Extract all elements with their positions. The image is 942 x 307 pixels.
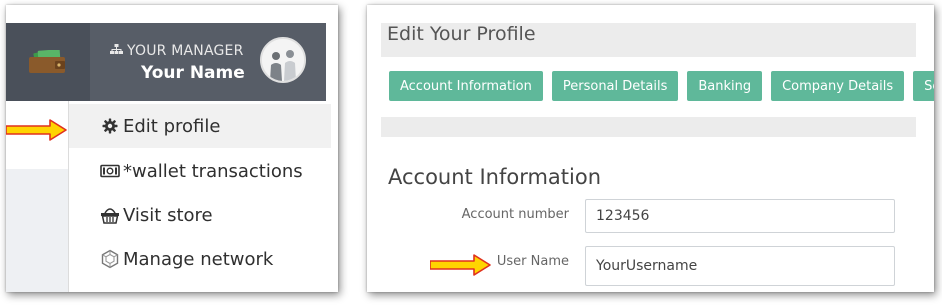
- menu-item-label: Manage network: [123, 248, 274, 270]
- gear-icon: [99, 118, 121, 134]
- menu-item-label: *wallet transactions: [123, 160, 303, 182]
- pointer-arrow-icon: [430, 254, 491, 276]
- person-photo-icon: [262, 39, 304, 81]
- section-divider: [381, 117, 916, 137]
- menu-item-label: Edit profile: [123, 115, 221, 137]
- sitemap-icon: [110, 44, 123, 54]
- user-menu-screenshot: YOUR MANAGER Your Name Edit profile *wal…: [6, 5, 338, 292]
- page-title: Edit Your Profile: [387, 23, 536, 45]
- tab-security[interactable]: Secu: [913, 71, 934, 101]
- manager-name: Your Name: [141, 63, 245, 83]
- wallet-icon: [29, 50, 65, 73]
- manager-label: YOUR MANAGER: [110, 43, 244, 59]
- tab-banking[interactable]: Banking: [687, 71, 763, 101]
- network-icon: [99, 249, 121, 269]
- edit-profile-screenshot: Edit Your Profile Account Information Pe…: [367, 5, 934, 292]
- account-number-label: Account number: [461, 207, 569, 222]
- menu-item-visit-store[interactable]: Visit store: [69, 193, 331, 237]
- menu-item-label: Visit store: [123, 204, 213, 226]
- top-navbar: YOUR MANAGER Your Name: [6, 23, 326, 101]
- manager-dropdown-toggle[interactable]: YOUR MANAGER Your Name: [90, 23, 326, 101]
- menu-item-manage-network[interactable]: Manage network: [69, 237, 331, 281]
- tab-company-details[interactable]: Company Details: [771, 71, 905, 101]
- avatar[interactable]: [260, 37, 306, 83]
- manager-label-text: YOUR MANAGER: [127, 43, 244, 59]
- menu-item-edit-profile[interactable]: Edit profile: [69, 104, 331, 148]
- basket-icon: [99, 206, 121, 224]
- wallet-button[interactable]: [6, 23, 90, 101]
- profile-tabs: Account Information Personal Details Ban…: [389, 71, 934, 101]
- tab-account-information[interactable]: Account Information: [389, 71, 543, 101]
- pointer-arrow-icon: [6, 119, 67, 141]
- user-dropdown-menu: Edit profile *wallet transactions Visit …: [68, 101, 331, 292]
- menu-item-wallet-transactions[interactable]: *wallet transactions: [69, 149, 331, 193]
- section-title: Account Information: [388, 165, 602, 189]
- money-icon: [99, 164, 121, 178]
- page-content-background: [6, 169, 71, 292]
- username-field[interactable]: YourUsername: [585, 246, 895, 286]
- tab-personal-details[interactable]: Personal Details: [551, 71, 679, 101]
- page-title-bar: Edit Your Profile: [381, 23, 916, 57]
- account-number-field[interactable]: 123456: [585, 199, 895, 233]
